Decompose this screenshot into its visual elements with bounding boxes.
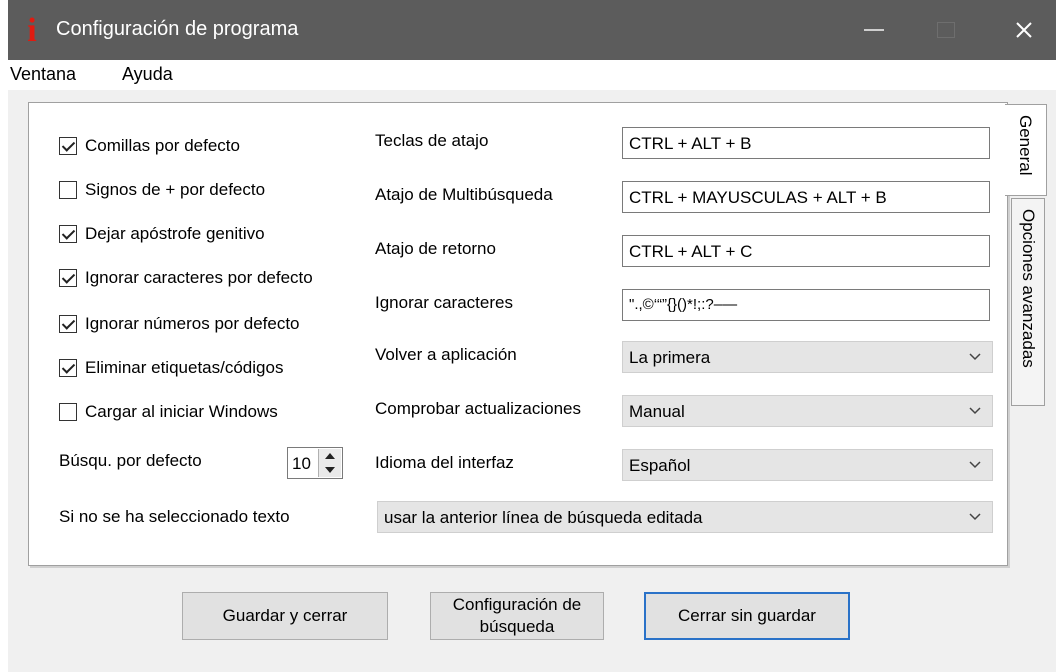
chevron-down-icon [969,513,981,521]
search-config-line1: Configuración de [452,595,582,614]
no-selection-label: Si no se ha seleccionado texto [59,507,290,526]
ignore-chars-input[interactable]: ".,©‘“”{}()*!;:?–— [622,289,990,321]
checkbox-cargar-windows[interactable] [59,403,77,421]
ui-language-label: Idioma del interfaz [375,453,514,472]
tab-advanced-label: Opciones avanzadas [1019,209,1038,368]
multi-hotkey-input[interactable]: CTRL + MAYUSCULAS + ALT + B [622,181,990,213]
stepper-up-button[interactable] [319,449,341,464]
minimize-icon [864,29,884,31]
menu-ayuda[interactable]: Ayuda [122,64,173,85]
close-button[interactable] [1004,14,1044,46]
checkbox-apostrofe[interactable] [59,225,77,243]
multi-hotkey-label: Atajo de Multibúsqueda [375,185,553,204]
checkbox-signos-label[interactable]: Signos de + por defecto [85,180,265,200]
window-title: Configuración de programa [56,18,299,40]
chevron-down-icon [969,407,981,415]
stepper-down-button[interactable] [319,463,341,477]
checkbox-ignorar-caracteres[interactable] [59,269,77,287]
ui-language-dropdown[interactable]: Español [622,449,993,481]
tab-advanced-options[interactable]: Opciones avanzadas [1011,198,1045,406]
return-app-label: Volver a aplicación [375,345,517,364]
check-updates-value: Manual [629,402,685,421]
hotkey-input[interactable]: CTRL + ALT + B [622,127,990,159]
tab-general[interactable]: General [1005,104,1047,196]
no-selection-value: usar la anterior línea de búsqueda edita… [384,508,703,527]
maximize-button[interactable] [926,14,966,46]
check-updates-label: Comprobar actualizaciones [375,399,581,418]
menu-bar: Ventana Ayuda [8,60,1056,90]
checkbox-comillas[interactable] [59,137,77,155]
general-tab-panel: Comillas por defecto Signos de + por def… [28,102,1008,566]
return-app-value: La primera [629,348,711,367]
checkbox-eliminar-etiquetas[interactable] [59,359,77,377]
ignore-chars-label: Ignorar caracteres [375,293,513,312]
arrow-up-icon [325,453,335,459]
close-without-saving-button[interactable]: Cerrar sin guardar [644,592,850,640]
search-config-line2: búsqueda [479,617,555,636]
hotkey-label: Teclas de atajo [375,131,489,150]
save-and-close-button[interactable]: Guardar y cerrar [182,592,388,640]
minimize-button[interactable] [854,14,894,46]
checkbox-apostrofe-label[interactable]: Dejar apóstrofe genitivo [85,224,265,244]
title-bar[interactable]: i Configuración de programa [8,0,1056,60]
checkbox-ignorar-numeros-label[interactable]: Ignorar números por defecto [85,314,300,334]
ui-language-value: Español [629,456,691,475]
stepper-buttons [318,449,341,477]
checkbox-eliminar-etiquetas-label[interactable]: Eliminar etiquetas/códigos [85,358,283,378]
no-selection-dropdown[interactable]: usar la anterior línea de búsqueda edita… [377,501,993,533]
return-hotkey-label: Atajo de retorno [375,239,496,258]
default-search-value: 10 [292,454,311,473]
checkbox-ignorar-caracteres-label[interactable]: Ignorar caracteres por defecto [85,268,313,288]
return-app-dropdown[interactable]: La primera [622,341,993,373]
checkbox-cargar-windows-label[interactable]: Cargar al iniciar Windows [85,402,278,422]
tab-general-label: General [1016,115,1035,176]
checkbox-comillas-label[interactable]: Comillas por defecto [85,136,240,156]
settings-window: i Configuración de programa Ventana Ayud… [8,0,1056,672]
menu-ventana[interactable]: Ventana [10,64,76,85]
search-config-button[interactable]: Configuración de búsqueda [430,592,604,640]
checkbox-ignorar-numeros[interactable] [59,315,77,333]
check-updates-dropdown[interactable]: Manual [622,395,993,427]
arrow-down-icon [325,467,335,473]
default-search-stepper[interactable]: 10 [287,447,343,479]
maximize-icon [937,22,955,38]
default-search-label: Búsqu. por defecto [59,451,202,470]
chevron-down-icon [969,353,981,361]
chevron-down-icon [969,461,981,469]
return-hotkey-input[interactable]: CTRL + ALT + C [622,235,990,267]
checkbox-signos[interactable] [59,181,77,199]
close-icon [1016,22,1032,38]
app-logo-icon: i [27,12,37,49]
